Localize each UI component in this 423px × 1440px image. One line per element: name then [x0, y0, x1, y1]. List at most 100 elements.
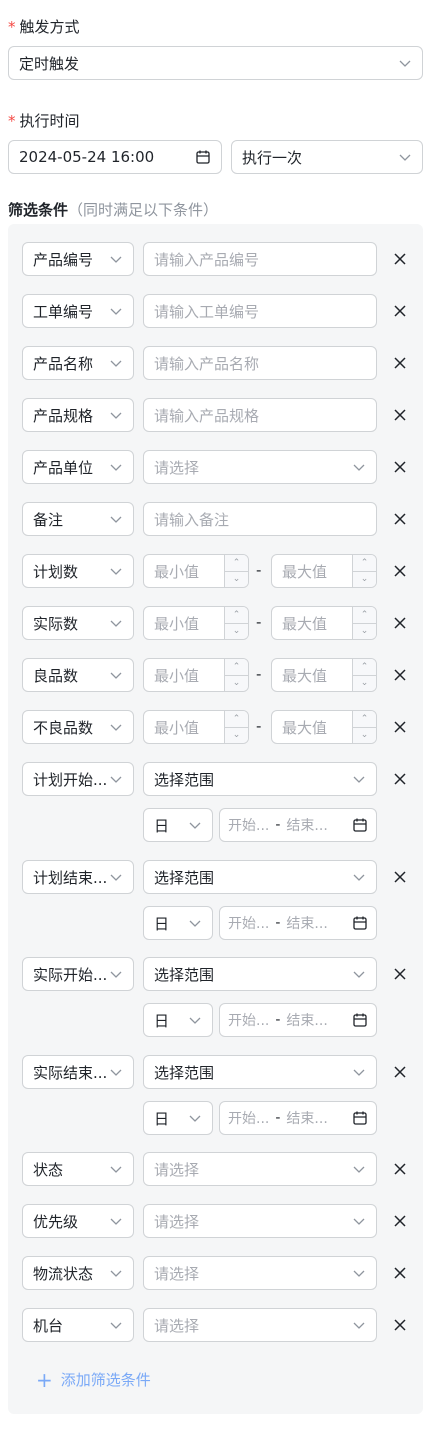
value-input[interactable]: 请输入工单编号	[143, 294, 377, 328]
date-range-picker[interactable]: 开始... - 结束...	[219, 1003, 377, 1037]
date-range-picker[interactable]: 开始... - 结束...	[219, 906, 377, 940]
chevron-up-icon[interactable]: ⌃	[225, 711, 248, 727]
close-icon[interactable]	[391, 666, 409, 684]
filter-field-select[interactable]: 计划开始...	[22, 762, 134, 796]
filter-field-select[interactable]: 产品规格	[22, 398, 134, 432]
chevron-down-icon	[110, 308, 122, 315]
value-input[interactable]: 请输入产品名称	[143, 346, 377, 380]
filter-field-select[interactable]: 产品单位	[22, 450, 134, 484]
chevron-down-icon[interactable]: ⌄	[225, 726, 248, 744]
filter-field-value: 不良品数	[33, 718, 94, 737]
chevron-down-icon[interactable]: ⌄	[353, 726, 376, 744]
close-icon[interactable]	[391, 250, 409, 268]
close-icon[interactable]	[391, 614, 409, 632]
chevron-up-icon[interactable]: ⌃	[353, 711, 376, 727]
chevron-up-icon[interactable]: ⌃	[225, 555, 248, 571]
chevron-up-icon[interactable]: ⌃	[225, 659, 248, 675]
value-select[interactable]: 请选择	[143, 1308, 377, 1342]
close-icon[interactable]	[391, 868, 409, 886]
chevron-down-icon[interactable]: ⌄	[353, 622, 376, 640]
filter-field-select[interactable]: 状态	[22, 1152, 134, 1186]
value-select-placeholder: 请选择	[154, 1264, 200, 1283]
close-icon[interactable]	[391, 770, 409, 788]
range-type-select[interactable]: 选择范围	[143, 762, 377, 796]
chevron-down-icon[interactable]: ⌄	[353, 570, 376, 588]
date-range-picker[interactable]: 开始... - 结束...	[219, 808, 377, 842]
filter-field-select[interactable]: 备注	[22, 502, 134, 536]
exec-datetime-value: 2024-05-24 16:00	[19, 148, 155, 166]
filter-field-select[interactable]: 工单编号	[22, 294, 134, 328]
max-value-input[interactable]: 最大值 ⌃ ⌄	[271, 606, 377, 640]
filter-field-select[interactable]: 优先级	[22, 1204, 134, 1238]
filter-field-select[interactable]: 良品数	[22, 658, 134, 692]
date-unit-select[interactable]: 日	[143, 1101, 213, 1135]
close-icon[interactable]	[391, 718, 409, 736]
filter-field-select[interactable]: 计划数	[22, 554, 134, 588]
close-icon[interactable]	[391, 458, 409, 476]
range-type-select[interactable]: 选择范围	[143, 1055, 377, 1089]
close-icon[interactable]	[391, 354, 409, 372]
chevron-down-icon[interactable]: ⌄	[353, 674, 376, 692]
chevron-down-icon[interactable]: ⌄	[225, 622, 248, 640]
stepper-buttons[interactable]: ⌃ ⌄	[224, 555, 248, 587]
chevron-up-icon[interactable]: ⌃	[225, 607, 248, 623]
chevron-down-icon	[353, 1322, 365, 1329]
range-type-select[interactable]: 选择范围	[143, 957, 377, 991]
stepper-buttons[interactable]: ⌃ ⌄	[352, 711, 376, 743]
value-select-placeholder: 请选择	[154, 1316, 200, 1335]
exec-frequency-select[interactable]: 执行一次	[231, 140, 423, 174]
range-type-select[interactable]: 选择范围	[143, 860, 377, 894]
filter-field-select[interactable]: 产品名称	[22, 346, 134, 380]
close-icon[interactable]	[391, 1264, 409, 1282]
filter-field-select[interactable]: 实际数	[22, 606, 134, 640]
chevron-up-icon[interactable]: ⌃	[353, 607, 376, 623]
chevron-down-icon[interactable]: ⌄	[225, 570, 248, 588]
trigger-select[interactable]: 定时触发	[8, 46, 423, 80]
max-value-input[interactable]: 最大值 ⌃ ⌄	[271, 554, 377, 588]
stepper-buttons[interactable]: ⌃ ⌄	[352, 555, 376, 587]
min-value-input[interactable]: 最小值 ⌃ ⌄	[143, 710, 249, 744]
max-value-input[interactable]: 最大值 ⌃ ⌄	[271, 658, 377, 692]
filter-field-select[interactable]: 计划结束...	[22, 860, 134, 894]
value-input[interactable]: 请输入产品编号	[143, 242, 377, 276]
chevron-up-icon[interactable]: ⌃	[353, 659, 376, 675]
date-unit-select[interactable]: 日	[143, 906, 213, 940]
close-icon[interactable]	[391, 562, 409, 580]
close-icon[interactable]	[391, 1316, 409, 1334]
close-icon[interactable]	[391, 1063, 409, 1081]
close-icon[interactable]	[391, 965, 409, 983]
date-unit-select[interactable]: 日	[143, 808, 213, 842]
date-unit-select[interactable]: 日	[143, 1003, 213, 1037]
close-icon[interactable]	[391, 510, 409, 528]
exec-datetime-picker[interactable]: 2024-05-24 16:00	[8, 140, 222, 174]
min-value-input[interactable]: 最小值 ⌃ ⌄	[143, 606, 249, 640]
value-input[interactable]: 请输入备注	[143, 502, 377, 536]
filter-field-select[interactable]: 不良品数	[22, 710, 134, 744]
filter-field-select[interactable]: 机台	[22, 1308, 134, 1342]
close-icon[interactable]	[391, 406, 409, 424]
value-input[interactable]: 请输入产品规格	[143, 398, 377, 432]
value-select[interactable]: 请选择	[143, 1152, 377, 1186]
filter-field-select[interactable]: 实际开始...	[22, 957, 134, 991]
filter-field-select[interactable]: 物流状态	[22, 1256, 134, 1290]
stepper-buttons[interactable]: ⌃ ⌄	[224, 659, 248, 691]
min-value-input[interactable]: 最小值 ⌃ ⌄	[143, 658, 249, 692]
chevron-up-icon[interactable]: ⌃	[353, 555, 376, 571]
close-icon[interactable]	[391, 1160, 409, 1178]
close-icon[interactable]	[391, 1212, 409, 1230]
value-select[interactable]: 请选择	[143, 450, 377, 484]
stepper-buttons[interactable]: ⌃ ⌄	[352, 607, 376, 639]
add-filter-button[interactable]: + 添加筛选条件	[36, 1369, 151, 1390]
value-select[interactable]: 请选择	[143, 1204, 377, 1238]
stepper-buttons[interactable]: ⌃ ⌄	[224, 711, 248, 743]
filter-field-select[interactable]: 产品编号	[22, 242, 134, 276]
stepper-buttons[interactable]: ⌃ ⌄	[224, 607, 248, 639]
date-range-picker[interactable]: 开始... - 结束...	[219, 1101, 377, 1135]
close-icon[interactable]	[391, 302, 409, 320]
chevron-down-icon[interactable]: ⌄	[225, 674, 248, 692]
min-value-input[interactable]: 最小值 ⌃ ⌄	[143, 554, 249, 588]
stepper-buttons[interactable]: ⌃ ⌄	[352, 659, 376, 691]
filter-field-select[interactable]: 实际结束...	[22, 1055, 134, 1089]
value-select[interactable]: 请选择	[143, 1256, 377, 1290]
max-value-input[interactable]: 最大值 ⌃ ⌄	[271, 710, 377, 744]
